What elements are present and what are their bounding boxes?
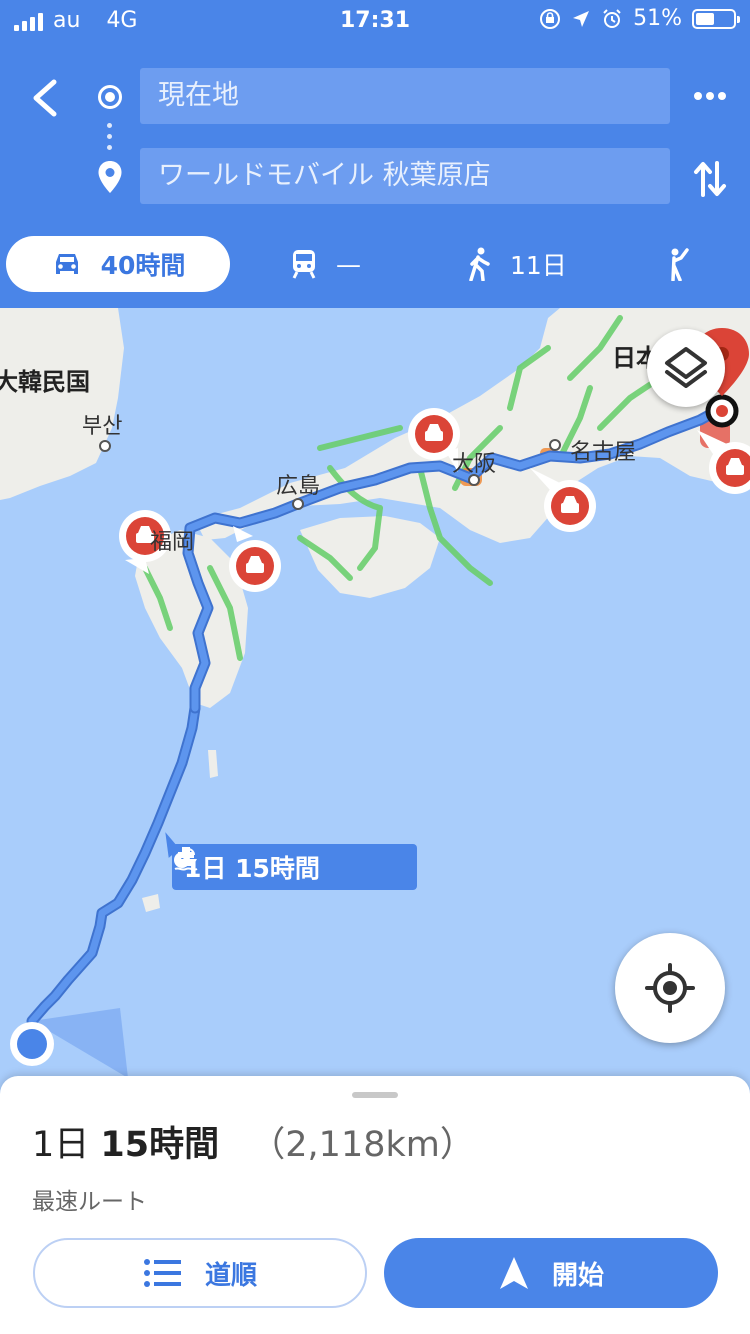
label-busan: 부산 [82, 414, 123, 439]
my-location-button[interactable] [615, 933, 725, 1043]
car-icon [55, 254, 78, 274]
location-arrow-icon [573, 10, 590, 27]
drive-duration: 40時間 [100, 251, 186, 280]
origin-dot-icon [98, 85, 122, 109]
route-distance: （2,118km） [250, 1125, 475, 1165]
list-icon [143, 1259, 181, 1287]
route-dots-icon [107, 123, 113, 156]
battery-icon [692, 8, 740, 29]
route-summary: 1日 15時間 （2,118km） [32, 1116, 475, 1167]
tab-walk[interactable]: 11日 [466, 236, 567, 292]
swap-icon[interactable] [690, 155, 730, 203]
status-icons: 51% [539, 6, 740, 31]
destination-field[interactable]: ワールドモバイル 秋葉原店 [140, 148, 670, 204]
walking-icon [469, 247, 490, 281]
tab-ride[interactable] [664, 236, 692, 292]
label-hiroshima: 広島 [276, 474, 321, 499]
directions-button[interactable]: 道順 [33, 1238, 367, 1308]
route-callout-text: 1日 15時間 [184, 854, 320, 883]
destination-pin-icon [98, 161, 122, 193]
ferry-icon [174, 847, 198, 871]
directions-header: au 4G 17:31 51% 現在地 ワールドモバイル 秋葉原店 40時間 —… [0, 0, 750, 308]
layers-icon [665, 347, 707, 388]
duration-days: 1日 [32, 1125, 90, 1165]
route-summary-sheet[interactable]: 1日 15時間 （2,118km） 最速ルート 道順 開始 [0, 1076, 750, 1334]
route-description: 最速ルート [32, 1189, 147, 1215]
tab-transit[interactable]: — [290, 236, 361, 292]
label-korea: 大韓民国 [0, 368, 90, 396]
crosshair-icon [645, 963, 695, 1013]
more-options-icon[interactable] [690, 78, 730, 114]
train-icon [292, 250, 316, 279]
route-duration-callout[interactable]: 1日 15時間 1 [172, 844, 417, 890]
sheet-drag-handle[interactable] [352, 1092, 398, 1098]
start-navigation-button[interactable]: 開始 [384, 1238, 718, 1308]
duration-hours: 15時間 [100, 1125, 220, 1165]
start-label: 開始 [551, 1260, 604, 1291]
hail-icon [671, 248, 689, 281]
map-view[interactable]: 大韓民国 부산 広島 大阪 名古屋 福岡 日本 1日 15時間 1 [0, 308, 750, 1108]
battery-percent: 51% [633, 6, 682, 31]
origin-field[interactable]: 現在地 [140, 68, 670, 124]
transit-duration: — [336, 249, 361, 279]
label-nagoya: 名古屋 [570, 440, 637, 465]
back-arrow-icon[interactable] [24, 70, 68, 126]
orientation-lock-icon [540, 8, 561, 29]
label-osaka: 大阪 [452, 452, 497, 477]
tab-drive[interactable]: 40時間 [6, 236, 230, 292]
label-fukuoka: 福岡 [150, 530, 195, 555]
alarm-icon [603, 8, 621, 28]
layers-button[interactable] [647, 329, 725, 407]
current-location-dot [17, 1029, 47, 1059]
directions-label: 道順 [204, 1260, 257, 1291]
walk-duration: 11日 [510, 251, 567, 280]
navigation-arrow-icon [499, 1257, 528, 1289]
travel-mode-tabs: 40時間 — 11日 [0, 236, 750, 292]
status-bar: au 4G 17:31 51% [0, 0, 750, 42]
